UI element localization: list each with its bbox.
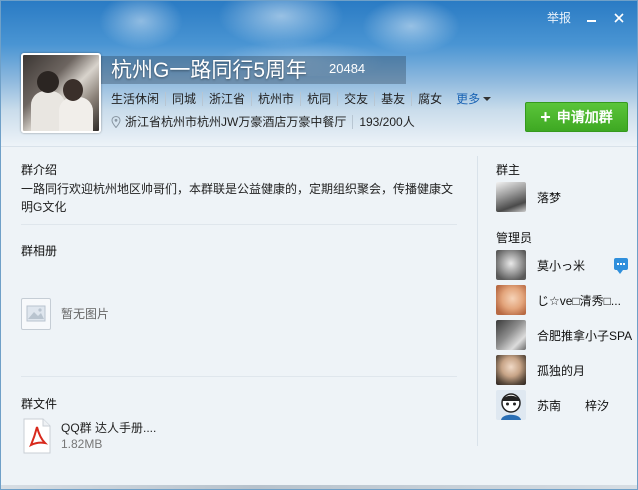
join-group-button[interactable]: + 申请加群 [525,102,628,132]
file-name[interactable]: QQ群 达人手册.... [61,419,156,436]
close-icon [614,12,624,23]
pdf-file-icon[interactable] [22,418,52,454]
chat-bubble-icon[interactable] [614,258,628,274]
album-empty-text: 暂无图片 [61,307,110,321]
group-tags: 生活休闲 同城 浙江省 杭州市 杭同 交友 基友 腐女 更多 [111,90,492,107]
bottom-strip [1,485,637,489]
group-id: 20484 [329,61,366,76]
owner-item[interactable]: 落梦 [496,182,636,212]
group-name: 杭州G一路同行5周年 [111,59,308,82]
files-title: 群文件 [21,397,58,411]
avatar [496,390,526,420]
admin-item[interactable]: 孤独的月 [496,355,636,385]
tag-item[interactable]: 基友 [374,91,411,106]
section-divider [21,376,457,377]
intro-text: 一路同行欢迎杭州地区帅哥们，本群联是公益健康的，定期组织聚会，传播健康文明G文化 [21,182,454,214]
tag-item[interactable]: 腐女 [411,91,448,106]
avatar [496,182,526,212]
tag-item[interactable]: 交友 [337,91,374,106]
tag-item[interactable]: 杭同 [300,91,337,106]
minimize-button[interactable] [583,10,599,26]
owner-title: 群主 [496,163,521,177]
more-tags-link[interactable]: 更多 [456,90,492,107]
intro-title: 群介绍 [21,163,58,177]
admin-name: 莫小っ米 [537,258,586,273]
avatar [496,250,526,280]
members-panel: 群主 落梦 管理员 莫小っ米 じ☆ve□清秀□... 合肥推拿小子SPA 孤独的… [478,147,637,489]
admins-title: 管理员 [496,231,533,245]
group-info-panel: 群介绍 一路同行欢迎杭州地区帅哥们，本群联是公益健康的，定期组织聚会，传播健康文… [1,147,477,489]
admin-name: じ☆ve□清秀□... [537,293,621,308]
admin-name: 孤独的月 [537,363,586,378]
join-button-label: 申请加群 [556,109,613,125]
window-controls: 举报 [547,9,627,26]
avatar [496,285,526,315]
location-pin-icon [111,115,121,128]
tag-item[interactable]: 杭州市 [251,91,300,106]
admin-name: 合肥推拿小子SPA [537,328,633,343]
admin-item[interactable]: 合肥推拿小子SPA [496,320,636,350]
owner-name: 落梦 [537,190,562,205]
chevron-down-icon [483,96,492,101]
admin-item[interactable]: じ☆ve□清秀□... [496,285,636,315]
report-link[interactable]: 举报 [547,9,571,26]
album-title: 群相册 [21,244,58,258]
member-count: 193/200人 [352,114,415,129]
group-avatar[interactable] [21,53,101,133]
tag-item[interactable]: 同城 [165,91,202,106]
close-button[interactable] [611,10,627,26]
group-location: 浙江省杭州市杭州JW万豪酒店万豪中餐厅 [125,115,347,129]
tag-item[interactable]: 生活休闲 [111,92,165,106]
admin-item[interactable]: 苏南 梓汐 [496,390,636,420]
avatar [496,355,526,385]
group-profile-window: 举报 杭州G一路同行5周年 20484 生活休闲 同城 浙江省 杭州市 杭同 交… [0,0,638,490]
section-divider [21,224,457,225]
header-banner: 举报 杭州G一路同行5周年 20484 生活休闲 同城 浙江省 杭州市 杭同 交… [1,1,637,146]
avatar [496,320,526,350]
location-row: 浙江省杭州市杭州JW万豪酒店万豪中餐厅 193/200人 [111,113,415,130]
admin-name: 苏南 梓汐 [537,398,610,413]
minimize-icon [586,19,596,22]
image-placeholder-icon [21,298,51,330]
more-label: 更多 [456,92,481,106]
file-size: 1.82MB [61,437,103,451]
plus-icon: + [540,107,551,127]
tag-item[interactable]: 浙江省 [202,91,251,106]
